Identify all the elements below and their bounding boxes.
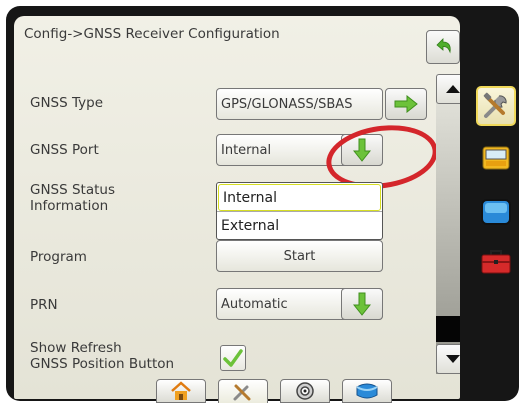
tools-icon bbox=[232, 382, 254, 402]
gnss-port-value: Internal bbox=[221, 142, 272, 158]
green-down-arrow-icon bbox=[353, 292, 371, 316]
program-start-button[interactable]: Start bbox=[216, 240, 383, 272]
gnss-type-field[interactable]: GPS/GLONASS/SBAS bbox=[216, 88, 383, 120]
show-refresh-label-line2: GNSS Position Button bbox=[30, 356, 175, 372]
up-triangle-icon bbox=[445, 84, 460, 94]
page-title: Config->GNSS Receiver Configuration bbox=[24, 26, 280, 42]
scroll-down-button[interactable] bbox=[436, 344, 460, 374]
tab-home[interactable] bbox=[156, 379, 206, 403]
prn-value: Automatic bbox=[221, 296, 288, 312]
gnss-status-label-line1: GNSS Status bbox=[30, 182, 116, 198]
checkmark-icon bbox=[223, 348, 243, 368]
gnss-port-label: GNSS Port bbox=[30, 142, 99, 158]
tab-target[interactable] bbox=[280, 379, 330, 403]
console-icon bbox=[480, 143, 512, 173]
prn-label: PRN bbox=[30, 297, 58, 313]
tab-data[interactable] bbox=[342, 379, 392, 403]
gnss-status-label-line2: Information bbox=[30, 198, 109, 214]
green-right-arrow-icon bbox=[393, 95, 419, 113]
tools-icon bbox=[481, 91, 511, 121]
side-console-button[interactable] bbox=[476, 138, 516, 178]
back-button[interactable] bbox=[426, 30, 460, 64]
side-screen-button[interactable] bbox=[476, 192, 516, 232]
data-icon bbox=[355, 381, 379, 401]
dropdown-option-external[interactable]: External bbox=[217, 211, 382, 239]
toolbox-icon bbox=[480, 247, 512, 277]
scroll-up-button[interactable] bbox=[436, 74, 460, 104]
side-tools-button[interactable] bbox=[476, 86, 516, 126]
home-icon bbox=[170, 381, 192, 401]
prn-dropdown-button[interactable] bbox=[341, 288, 383, 320]
scrollbar-thumb[interactable] bbox=[436, 316, 460, 342]
device-frame: Config->GNSS Receiver Configuration GNSS… bbox=[6, 6, 519, 403]
tab-tools[interactable] bbox=[218, 379, 268, 403]
show-refresh-label-line1: Show Refresh bbox=[30, 340, 122, 356]
gnss-type-label: GNSS Type bbox=[30, 95, 103, 111]
target-icon bbox=[294, 381, 316, 401]
screen: Config->GNSS Receiver Configuration GNSS… bbox=[14, 16, 460, 399]
back-arrow-icon bbox=[433, 37, 453, 57]
gnss-type-next-button[interactable] bbox=[385, 88, 427, 120]
gnss-port-dropdown: Internal External bbox=[216, 182, 383, 240]
program-label: Program bbox=[30, 249, 87, 265]
down-triangle-icon bbox=[445, 354, 460, 364]
dropdown-option-internal[interactable]: Internal bbox=[218, 184, 381, 211]
side-toolbox-button[interactable] bbox=[476, 242, 516, 282]
blue-screen-icon bbox=[480, 197, 512, 227]
show-refresh-checkbox[interactable] bbox=[220, 345, 246, 371]
